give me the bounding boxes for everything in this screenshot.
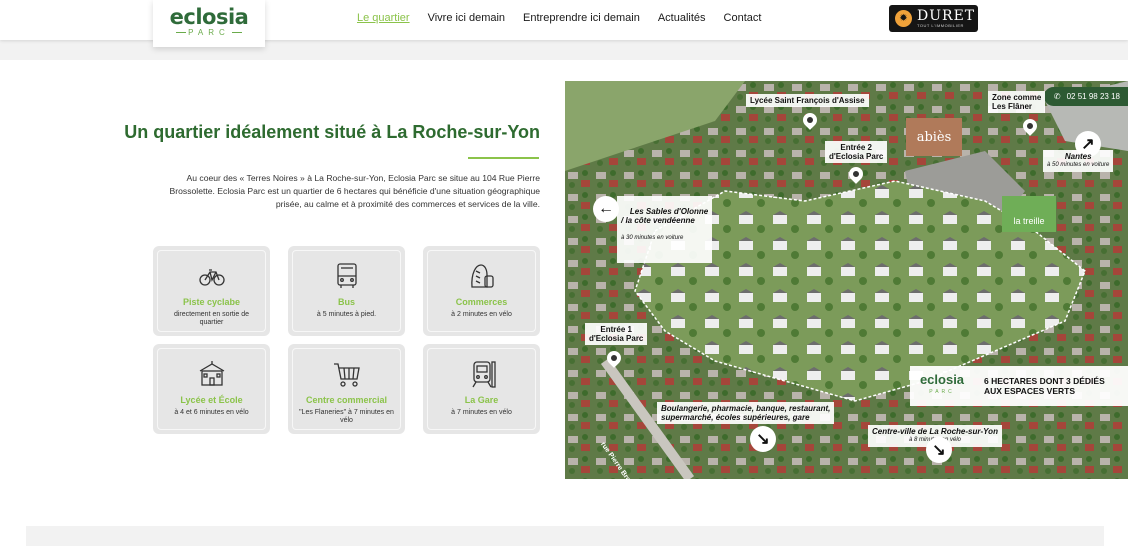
main-nav: Le quartier Vivre ici demain Entreprendr…	[357, 12, 761, 24]
nav-entreprendre-ici-demain[interactable]: Entreprendre ici demain	[523, 12, 640, 24]
site-logo[interactable]: eclosia PARC	[153, 0, 265, 47]
banner-logo: eclosia PARC	[910, 373, 974, 399]
bread-icon	[470, 264, 494, 288]
card-title: La Gare	[464, 395, 499, 405]
map-label-sables: Les Sables d'Olonne / la côte vendéenne …	[617, 196, 713, 263]
map-label-zone: Zone comme Les Flâner	[988, 91, 1046, 113]
next-section-band	[26, 526, 1104, 546]
logo-name: eclosia	[169, 5, 249, 29]
card-bus: Bus à 5 minutes à pied.	[288, 246, 405, 336]
card-subtitle: directement en sortie de quartier	[173, 311, 250, 326]
title-underline	[468, 157, 539, 159]
map-label-services: Boulangerie, pharmacie, banque, restaura…	[657, 402, 835, 424]
map-label-centre-title: Centre-ville de La Roche-sur-Yon	[872, 427, 998, 436]
card-subtitle: "Les Flaneries" à 7 minutes en vélo	[299, 409, 394, 424]
nav-actualites[interactable]: Actualités	[658, 12, 706, 24]
card-title: Centre commercial	[305, 395, 388, 405]
card-title: Piste cyclabe	[182, 297, 241, 307]
la-treille-building-logo: la treille	[1002, 196, 1056, 232]
map-label-entree-2: Entrée 2 d'Eclosia Parc	[825, 141, 888, 163]
arrow-southeast-icon: ↘	[926, 437, 952, 463]
train-icon	[471, 361, 496, 388]
banner-logo-sub: PARC	[929, 389, 955, 395]
card-title: Bus	[337, 297, 355, 307]
card-subtitle: à 2 minutes en vélo	[451, 311, 512, 318]
duret-logo[interactable]: ✹ DURET TOUT L'IMMOBILIER	[889, 5, 978, 32]
nav-vivre-ici-demain[interactable]: Vivre ici demain	[428, 12, 505, 24]
map-label-nantes: Nantes à 50 minutes en voiture	[1043, 150, 1114, 172]
banner-logo-name: eclosia	[919, 372, 965, 387]
card-title: Commerces	[455, 297, 508, 307]
section-title: Un quartier idéalement situé à La Roche-…	[124, 122, 540, 142]
card-commerces: Commerces à 2 minutes en vélo	[423, 246, 540, 336]
arrow-southeast-icon: ↘	[750, 426, 776, 452]
map-label-nantes-sub: à 50 minutes en voiture	[1047, 162, 1110, 168]
bus-icon	[336, 263, 357, 288]
map-label-sables-title: Les Sables d'Olonne / la côte vendéenne	[621, 207, 709, 225]
nav-contact[interactable]: Contact	[724, 12, 762, 24]
section-intro: Au coeur des « Terres Noires » à La Roch…	[169, 173, 540, 209]
card-subtitle: à 5 minutes à pied.	[316, 311, 377, 318]
map-label-sables-sub: à 30 minutes en voiture	[621, 235, 684, 241]
sun-icon: ✹	[895, 10, 912, 27]
logo-sub: PARC	[153, 28, 265, 38]
school-icon	[199, 361, 224, 386]
map-label-nantes-title: Nantes	[1064, 152, 1092, 161]
phone-contact-button[interactable]: ✆ 02 51 98 23 18	[1043, 87, 1128, 106]
abies-building-logo: abiès	[906, 118, 962, 156]
amenity-cards: Piste cyclabe directement en sortie de q…	[153, 246, 540, 434]
arrow-left-icon: ←	[593, 196, 619, 222]
duret-logo-name: DURET	[917, 8, 976, 24]
card-lycee-ecole: Lycée et École à 4 et 6 minutes en vélo	[153, 344, 270, 434]
card-subtitle: à 4 et 6 minutes en vélo	[174, 409, 249, 416]
bicycle-icon	[198, 269, 225, 286]
eclosia-green-space-banner: eclosia PARC 6 HECTARES DONT 3 DÉDIÉS AU…	[910, 366, 1128, 406]
phone-icon: ✆	[1053, 92, 1061, 101]
card-la-gare: La Gare à 7 minutes en vélo	[423, 344, 540, 434]
card-piste-cyclable: Piste cyclabe directement en sortie de q…	[153, 246, 270, 336]
card-subtitle: à 7 minutes en vélo	[451, 409, 512, 416]
card-centre-commercial: Centre commercial "Les Flaneries" à 7 mi…	[288, 344, 405, 434]
map-label-entree-1: Entrée 1 d'Eclosia Parc	[585, 323, 648, 345]
map-label-lycee: Lycée Saint François d'Assise	[746, 94, 869, 107]
nav-le-quartier[interactable]: Le quartier	[357, 12, 410, 24]
phone-number: 02 51 98 23 18	[1066, 92, 1120, 101]
card-title: Lycée et École	[180, 395, 243, 405]
banner-text: 6 HECTARES DONT 3 DÉDIÉS AUX ESPACES VER…	[984, 376, 1105, 396]
shopping-cart-icon	[333, 363, 360, 387]
aerial-map: ✆ 02 51 98 23 18 Lycée Saint François d'…	[565, 81, 1128, 479]
